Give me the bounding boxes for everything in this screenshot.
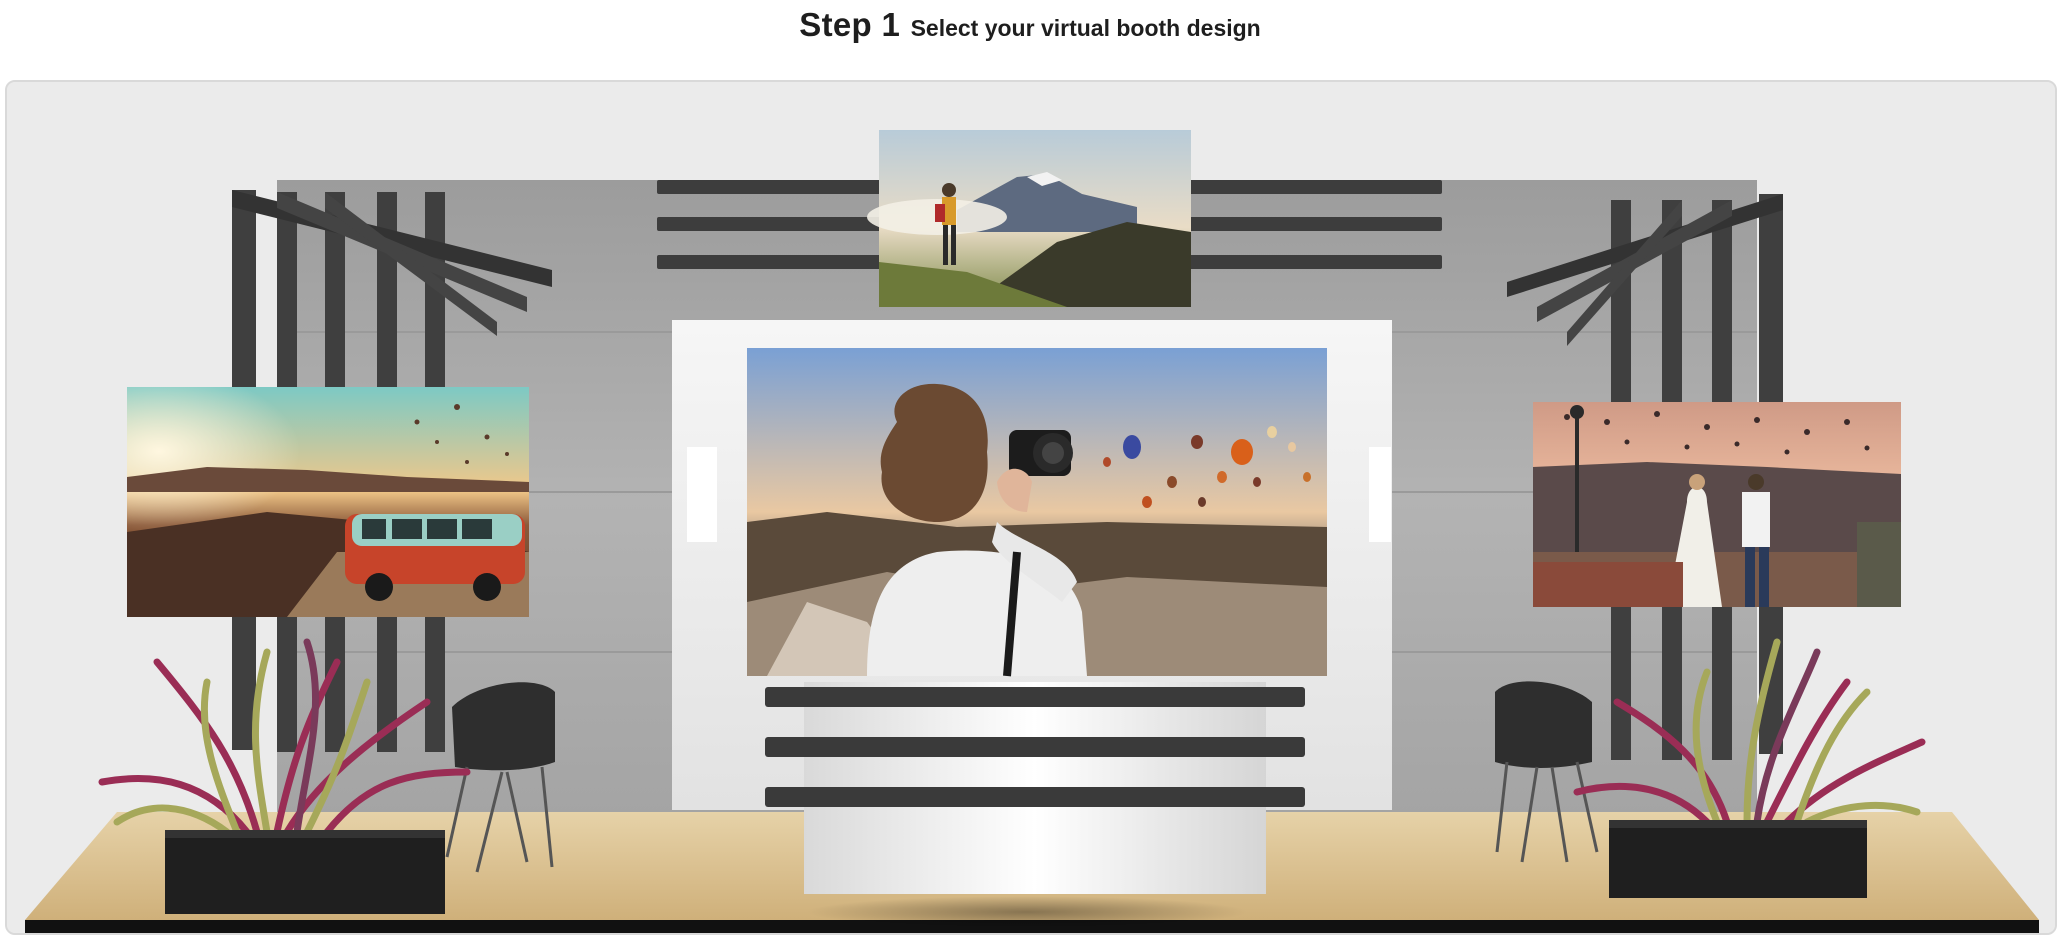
screen-top: [867, 130, 1191, 307]
booth-design-preview[interactable]: [5, 80, 2057, 935]
screen-left: [127, 387, 529, 617]
step-heading: Step 1 Select your virtual booth design: [0, 0, 2060, 60]
step-instruction: Select your virtual booth design: [910, 15, 1261, 41]
screen-right: [1533, 402, 1901, 607]
booth-illustration: [7, 82, 2055, 933]
reception-desk: [765, 682, 1305, 894]
step-label: Step 1: [799, 6, 901, 43]
screen-center: [747, 348, 1327, 677]
